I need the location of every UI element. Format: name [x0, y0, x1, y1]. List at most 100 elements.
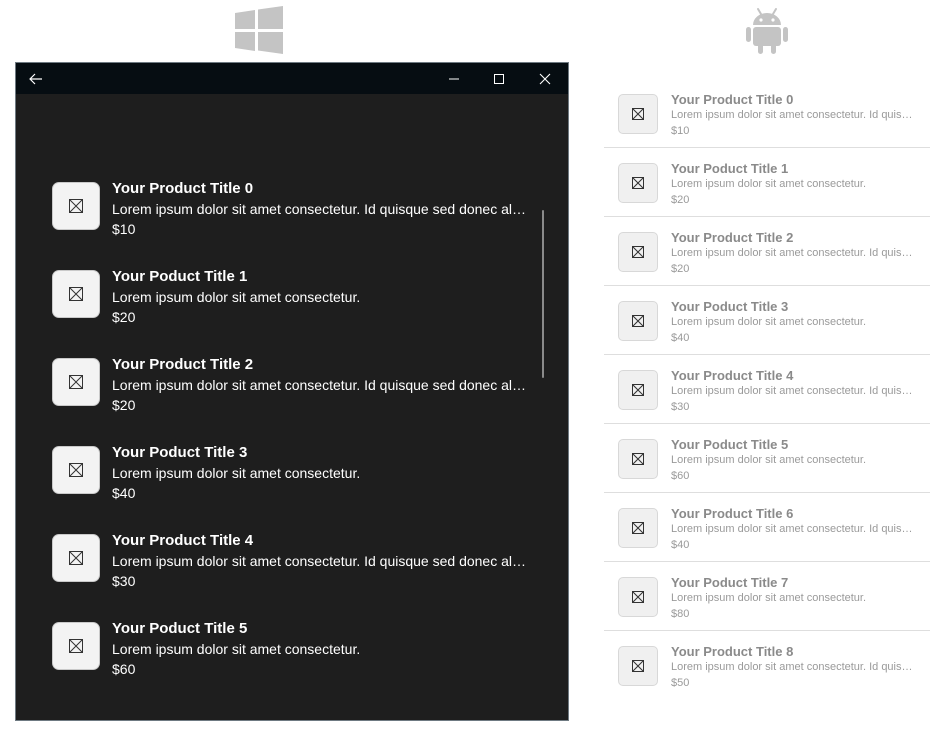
product-price: $40 — [671, 332, 690, 344]
windows-product-list[interactable]: Your Product Title 0 Lorem ipsum dolor s… — [16, 94, 568, 720]
product-title: Your Product Title 0 — [112, 180, 254, 197]
list-item[interactable]: Your Product Title 8 Lorem ipsum dolor s… — [604, 631, 930, 700]
list-item[interactable]: Your Poduct Title 3 Lorem ipsum dolor si… — [604, 286, 930, 355]
product-title: Your Poduct Title 3 — [112, 444, 248, 461]
list-item[interactable]: Your Poduct Title 5 Lorem ipsum dolor si… — [52, 608, 532, 684]
product-thumbnail — [618, 301, 658, 341]
product-price: $20 — [112, 309, 136, 325]
product-price: $20 — [112, 397, 136, 413]
product-price: $10 — [671, 125, 690, 137]
product-title: Your Poduct Title 1 — [112, 268, 248, 285]
product-price: $80 — [671, 608, 690, 620]
product-price: $30 — [671, 401, 690, 413]
image-placeholder-icon — [69, 375, 83, 389]
product-description: Lorem ipsum dolor sit amet consectetur. — [112, 465, 361, 481]
list-item[interactable]: Your Poduct Title 1 Lorem ipsum dolor si… — [52, 256, 532, 332]
close-icon — [539, 73, 551, 84]
product-thumbnail — [52, 622, 100, 670]
windows-app-window: Your Product Title 0 Lorem ipsum dolor s… — [15, 62, 569, 721]
image-placeholder-icon — [69, 287, 83, 301]
product-thumbnail — [618, 646, 658, 686]
product-description: Lorem ipsum dolor sit amet consectetur. — [671, 316, 867, 328]
product-description: Lorem ipsum dolor sit amet consectetur. — [671, 178, 867, 190]
windows-logo-icon — [235, 6, 283, 54]
product-description: Lorem ipsum dolor sit amet consectetur. — [671, 592, 867, 604]
product-description: Lorem ipsum dolor sit amet consectetur. … — [671, 385, 917, 397]
image-placeholder-icon — [69, 199, 83, 213]
minimize-icon — [449, 78, 459, 79]
product-title: Your Product Title 4 — [112, 532, 254, 549]
product-title: Your Product Title 8 — [671, 644, 794, 659]
product-price: $30 — [112, 573, 136, 589]
title-bar — [16, 63, 568, 94]
product-price: $60 — [112, 661, 136, 677]
list-item[interactable]: Your Product Title 4 Lorem ipsum dolor s… — [52, 520, 532, 596]
back-button[interactable] — [26, 63, 46, 94]
image-placeholder-icon — [632, 177, 644, 189]
image-placeholder-icon — [632, 522, 644, 534]
image-placeholder-icon — [632, 315, 644, 327]
android-logo-icon — [746, 8, 788, 54]
product-thumbnail — [618, 577, 658, 617]
product-thumbnail — [618, 370, 658, 410]
product-thumbnail — [618, 232, 658, 272]
product-description: Lorem ipsum dolor sit amet consectetur. … — [671, 661, 917, 673]
list-item[interactable]: Your Poduct Title 5 Lorem ipsum dolor si… — [604, 424, 930, 493]
list-item[interactable]: Your Product Title 6 Lorem ipsum dolor s… — [604, 493, 930, 562]
product-title: Your Poduct Title 1 — [671, 161, 789, 176]
image-placeholder-icon — [632, 108, 644, 120]
list-item[interactable]: Your Product Title 2 Lorem ipsum dolor s… — [604, 217, 930, 286]
product-thumbnail — [52, 182, 100, 230]
list-item[interactable]: Your Product Title 0 Lorem ipsum dolor s… — [604, 79, 930, 148]
image-placeholder-icon — [632, 453, 644, 465]
product-title: Your Product Title 0 — [671, 92, 794, 107]
product-title: Your Poduct Title 7 — [671, 575, 789, 590]
list-item[interactable]: Your Poduct Title 1 Lorem ipsum dolor si… — [604, 148, 930, 217]
list-item[interactable]: Your Poduct Title 7 Lorem ipsum dolor si… — [604, 562, 930, 631]
product-thumbnail — [618, 508, 658, 548]
image-placeholder-icon — [632, 591, 644, 603]
product-thumbnail — [52, 358, 100, 406]
product-title: Your Product Title 4 — [671, 368, 794, 383]
maximize-button[interactable] — [489, 63, 509, 94]
product-title: Your Product Title 2 — [671, 230, 794, 245]
image-placeholder-icon — [69, 551, 83, 565]
product-description: Lorem ipsum dolor sit amet consectetur. … — [112, 201, 527, 217]
back-arrow-icon — [29, 73, 42, 84]
product-title: Your Poduct Title 3 — [671, 299, 789, 314]
image-placeholder-icon — [69, 639, 83, 653]
product-price: $60 — [671, 470, 690, 482]
product-thumbnail — [618, 94, 658, 134]
close-button[interactable] — [535, 63, 555, 94]
product-description: Lorem ipsum dolor sit amet consectetur. … — [112, 553, 527, 569]
image-placeholder-icon — [632, 660, 644, 672]
list-item[interactable]: Your Product Title 2 Lorem ipsum dolor s… — [52, 344, 532, 420]
product-thumbnail — [618, 163, 658, 203]
image-placeholder-icon — [632, 384, 644, 396]
maximize-icon — [494, 73, 504, 84]
list-item[interactable]: Your Poduct Title 3 Lorem ipsum dolor si… — [52, 432, 532, 508]
product-description: Lorem ipsum dolor sit amet consectetur. … — [671, 109, 917, 121]
product-description: Lorem ipsum dolor sit amet consectetur. … — [112, 377, 527, 393]
product-title: Your Poduct Title 5 — [112, 620, 248, 637]
product-price: $40 — [671, 539, 690, 551]
image-placeholder-icon — [632, 246, 644, 258]
product-thumbnail — [52, 446, 100, 494]
product-price: $50 — [671, 677, 690, 689]
product-description: Lorem ipsum dolor sit amet consectetur. — [112, 289, 361, 305]
product-thumbnail — [52, 534, 100, 582]
product-price: $20 — [671, 194, 690, 206]
minimize-button[interactable] — [444, 63, 464, 94]
product-description: Lorem ipsum dolor sit amet consectetur. — [112, 641, 361, 657]
scrollbar[interactable] — [542, 210, 544, 378]
product-description: Lorem ipsum dolor sit amet consectetur. — [671, 454, 867, 466]
list-item[interactable]: Your Product Title 0 Lorem ipsum dolor s… — [52, 168, 532, 244]
product-price: $10 — [112, 221, 136, 237]
product-price: $40 — [112, 485, 136, 501]
product-title: Your Product Title 2 — [112, 356, 254, 373]
product-description: Lorem ipsum dolor sit amet consectetur. … — [671, 523, 917, 535]
list-item[interactable]: Your Product Title 4 Lorem ipsum dolor s… — [604, 355, 930, 424]
product-price: $20 — [671, 263, 690, 275]
product-title: Your Poduct Title 5 — [671, 437, 789, 452]
product-thumbnail — [618, 439, 658, 479]
